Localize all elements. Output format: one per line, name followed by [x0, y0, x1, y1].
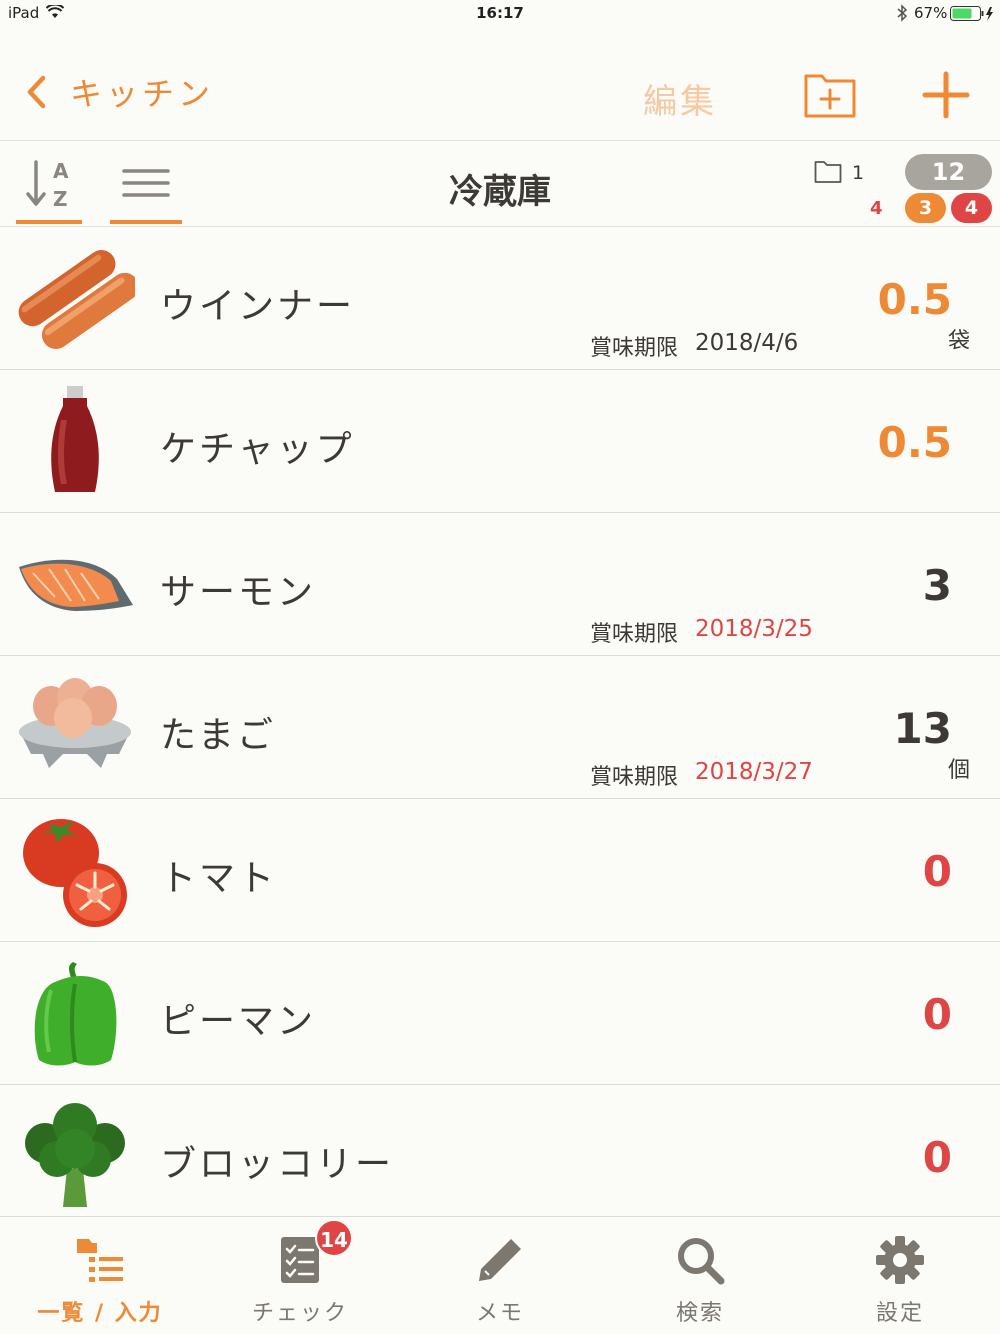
list-item-salmon[interactable]: サーモン 賞味期限 2018/3/25 3 — [0, 513, 1000, 656]
low-stock-badge: 3 — [905, 193, 946, 223]
list-item-broccoli[interactable]: ブロッコリー 0 — [0, 1085, 1000, 1216]
expiry-label: 賞味期限 — [590, 336, 679, 361]
eggs-icon — [19, 678, 131, 768]
bluetooth-icon — [897, 4, 908, 22]
list-item-ketchup[interactable]: ケチャップ 0.5 — [0, 370, 1000, 513]
folder-plus-icon[interactable] — [804, 72, 856, 118]
tab-label: 設定 — [875, 1301, 924, 1326]
tab-list-input[interactable]: 一覧 / 入力 — [0, 1217, 200, 1334]
expiry-label: 賞味期限 — [590, 765, 679, 790]
svg-text:A: A — [53, 159, 69, 183]
folder-count: 1 — [852, 162, 865, 184]
tab-check[interactable]: 14 チェック — [200, 1217, 400, 1334]
pencil-icon — [479, 1239, 521, 1281]
green-pepper-icon — [34, 962, 117, 1066]
chevron-left-icon — [27, 75, 46, 109]
tab-bar: 一覧 / 入力 14 チェック メモ 検索 設定 — [0, 1216, 1000, 1334]
item-unit: 袋 — [947, 329, 970, 354]
edit-button[interactable]: 編集 — [643, 74, 717, 123]
item-name: ブロッコリー — [160, 1144, 395, 1185]
item-unit: 個 — [947, 758, 970, 783]
item-quantity[interactable]: 0 — [923, 990, 952, 1039]
tab-label: メモ — [475, 1301, 524, 1326]
item-name: たまご — [160, 715, 276, 756]
item-list: ウインナー 賞味期限 2018/4/6 0.5 袋 ケチャップ 0.5 サーモン… — [0, 227, 1000, 1216]
item-quantity[interactable]: 0.5 — [878, 418, 952, 467]
sort-az-icon: A Z — [26, 159, 69, 211]
expiry-date: 2018/3/25 — [695, 616, 813, 642]
expiry-label: 賞味期限 — [590, 622, 679, 647]
search-icon — [678, 1238, 725, 1285]
sort-az-button[interactable]: A Z — [16, 142, 82, 224]
expiry-date: 2018/4/6 — [695, 330, 799, 356]
list-item-eggs[interactable]: たまご 賞味期限 2018/3/27 13 個 — [0, 656, 1000, 799]
item-name: サーモン — [160, 572, 317, 613]
battery-icon — [950, 6, 993, 21]
salmon-icon — [19, 559, 133, 611]
status-time: 16:17 — [476, 4, 524, 22]
tomato-icon — [23, 819, 127, 927]
check-count-badge: 14 — [315, 1219, 353, 1257]
item-name: トマト — [160, 858, 278, 899]
warning-count: 4 — [870, 198, 883, 219]
item-quantity[interactable]: 3 — [923, 561, 952, 610]
broccoli-icon — [25, 1103, 125, 1207]
item-quantity[interactable]: 0 — [923, 847, 952, 896]
out-of-stock-badge: 4 — [951, 193, 992, 223]
list-icon — [77, 1239, 123, 1282]
list-item-sausage[interactable]: ウインナー 賞味期限 2018/4/6 0.5 袋 — [0, 227, 1000, 370]
list-item-green-pepper[interactable]: ピーマン 0 — [0, 942, 1000, 1085]
item-quantity[interactable]: 0.5 — [878, 275, 952, 324]
svg-text:Z: Z — [53, 187, 68, 211]
menu-lines-icon — [122, 169, 170, 197]
expiry-date: 2018/3/27 — [695, 759, 813, 785]
tab-search[interactable]: 検索 — [600, 1217, 800, 1334]
back-label: キッチン — [70, 75, 215, 113]
gear-icon — [876, 1236, 924, 1284]
item-name: ピーマン — [160, 1001, 317, 1042]
navigation-bar: キッチン 編集 — [0, 28, 1000, 141]
item-name: ケチャップ — [160, 429, 355, 470]
ketchup-icon — [51, 386, 99, 492]
tab-settings[interactable]: 設定 — [800, 1217, 1000, 1334]
status-bar: iPad 16:17 67% — [0, 0, 1000, 28]
tab-label: 一覧 / 入力 — [37, 1301, 163, 1326]
list-view-button[interactable] — [110, 142, 182, 224]
tab-label: チェック — [251, 1301, 348, 1326]
item-quantity[interactable]: 13 — [894, 704, 952, 753]
plus-icon[interactable] — [921, 70, 971, 120]
battery-percent: 67% — [914, 4, 948, 22]
folder-icon — [814, 161, 842, 183]
item-quantity[interactable]: 0 — [923, 1133, 952, 1182]
tab-memo[interactable]: メモ — [400, 1217, 600, 1334]
back-button[interactable]: キッチン — [24, 70, 214, 114]
location-toolbar: A Z 冷蔵庫 1 4 12 3 4 — [0, 142, 1000, 227]
total-count-badge: 12 — [905, 154, 992, 190]
sausage-icon — [18, 250, 135, 349]
item-name: ウインナー — [160, 286, 356, 327]
tab-label: 検索 — [675, 1301, 724, 1326]
list-item-tomato[interactable]: トマト 0 — [0, 799, 1000, 942]
